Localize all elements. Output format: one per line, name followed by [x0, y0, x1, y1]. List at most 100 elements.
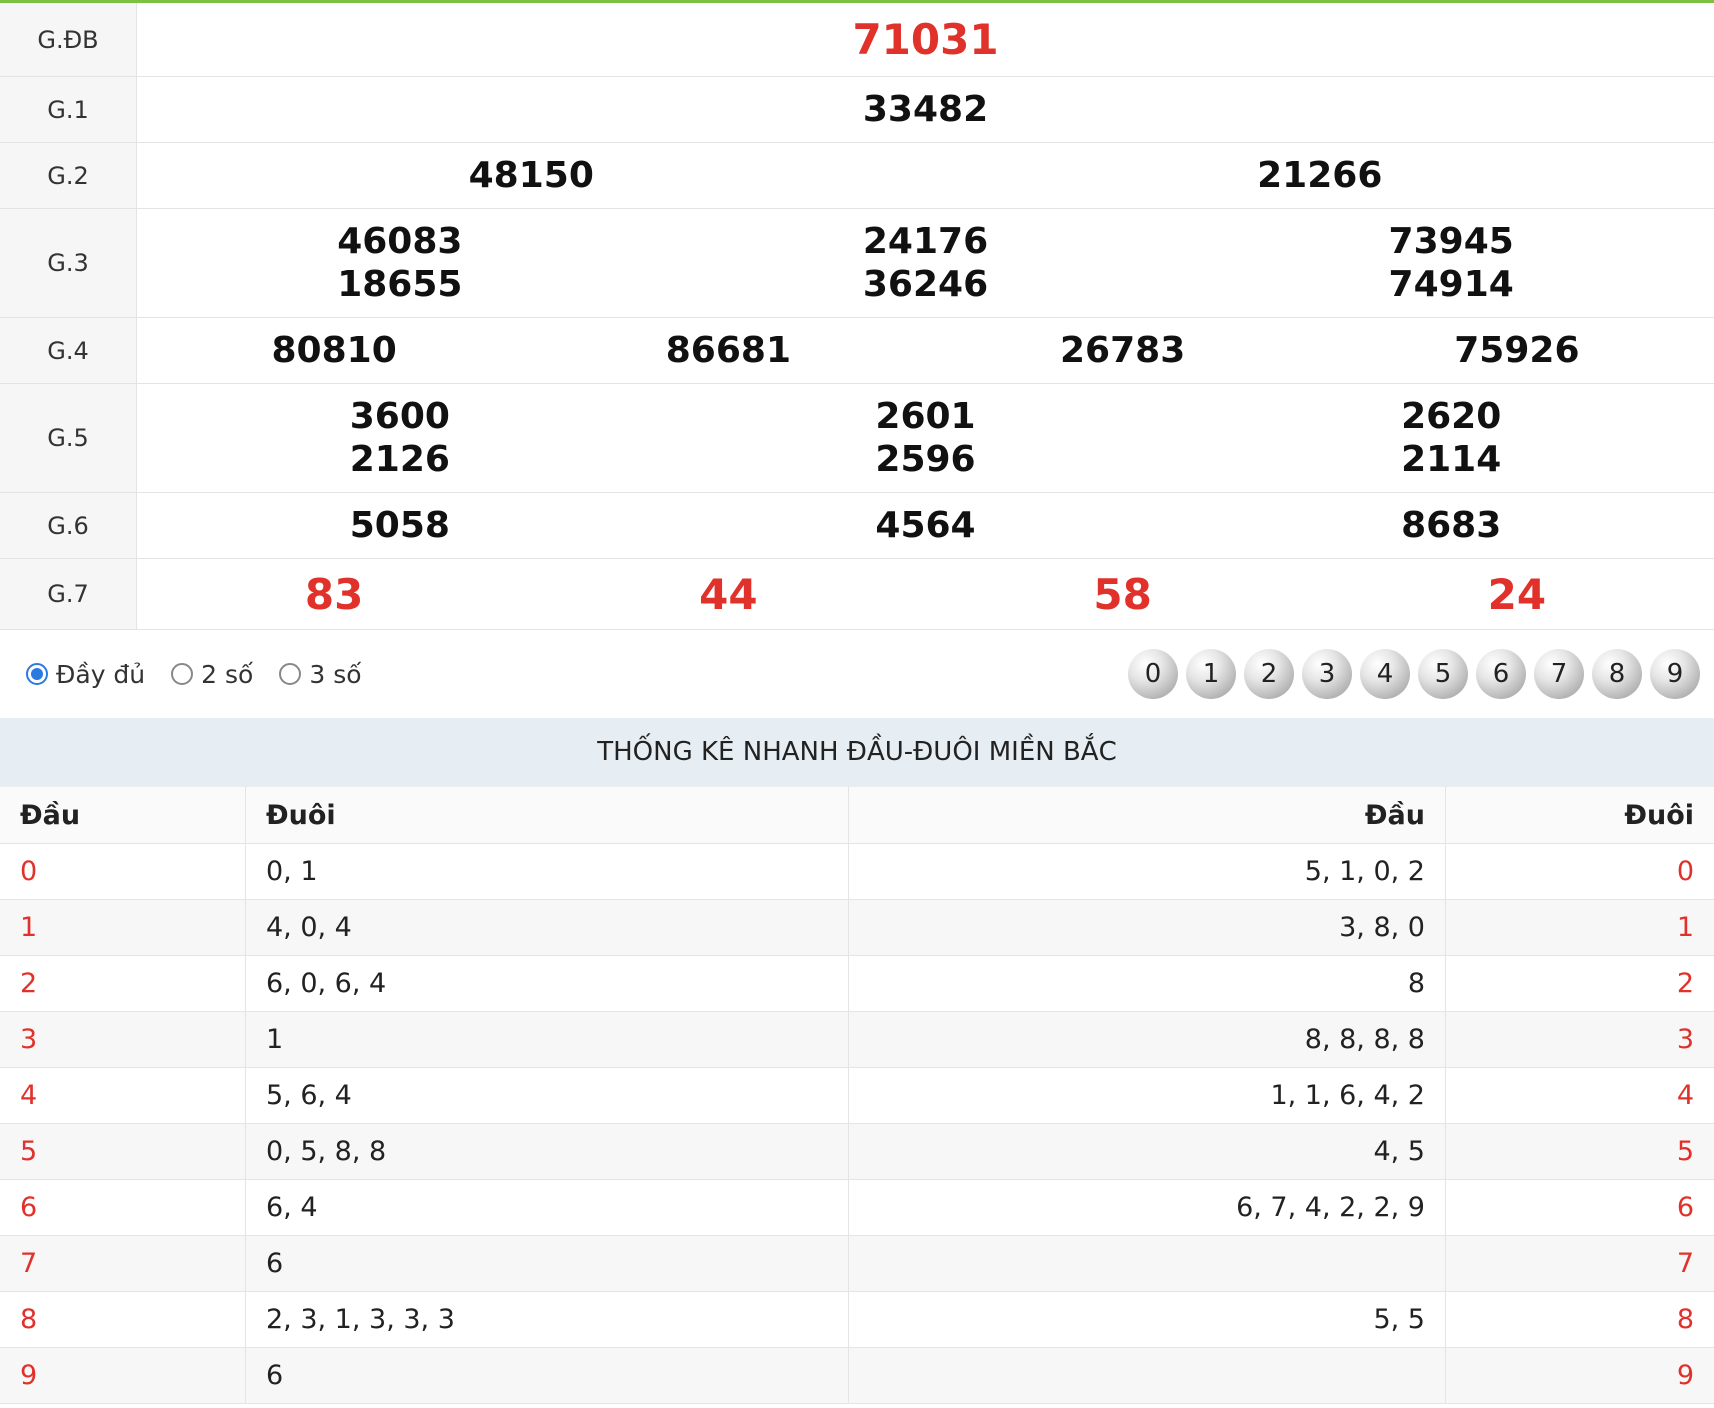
tail-digit: 5: [1445, 1123, 1714, 1180]
prize-row-5: G.5 3600 2601 2620 2126 2596 2114: [0, 383, 1714, 493]
col-header-dau: Đầu: [0, 787, 246, 844]
prize-number: 2596: [875, 439, 976, 480]
prize-number: 21266: [1257, 155, 1383, 196]
table-row: 5 0, 5, 8, 8 4, 5 5: [0, 1123, 1714, 1180]
tail-digit: 2: [1445, 955, 1714, 1012]
col-header-duoi: Đuôi: [1445, 787, 1714, 844]
radio-checked-icon: [26, 663, 48, 685]
prize-row-6: G.6 5058 4564 8683: [0, 492, 1714, 559]
prize-number: 80810: [271, 330, 397, 371]
prize-label: G.2: [0, 142, 137, 209]
results-table: G.ĐB 71031 G.1 33482 G.2 48150 21266 G.3: [0, 3, 1714, 630]
head-digit: 1: [0, 899, 246, 956]
stats-title: THỐNG KÊ NHANH ĐẦU-ĐUÔI MIỀN BẮC: [0, 718, 1714, 787]
prize-label: G.1: [0, 76, 137, 143]
tail-list: 6, 4: [245, 1179, 849, 1236]
prize-number: 24: [1487, 569, 1547, 619]
digit-ball-4[interactable]: 4: [1360, 649, 1410, 699]
head-list: [848, 1347, 1446, 1404]
filter-3-digit-radio[interactable]: 3 số: [279, 659, 362, 689]
head-list: 6, 7, 4, 2, 2, 9: [848, 1179, 1446, 1236]
prize-number: 46083: [337, 221, 463, 262]
radio-unchecked-icon: [171, 663, 194, 685]
tail-digit: 3: [1445, 1011, 1714, 1068]
prize-number: 4564: [875, 505, 976, 546]
head-digit: 7: [0, 1235, 246, 1292]
digit-filter-group: Đầy đủ 2 số 3 số: [26, 660, 362, 689]
tail-digit: 9: [1445, 1347, 1714, 1404]
prize-number: 26783: [1060, 330, 1186, 371]
prize-number: 83: [304, 569, 364, 619]
prize-number: 2601: [875, 396, 976, 437]
digit-ball-0[interactable]: 0: [1128, 649, 1178, 699]
prize-number: 75926: [1454, 330, 1580, 371]
tail-list: 0, 5, 8, 8: [245, 1123, 849, 1180]
prize-number: 74914: [1388, 264, 1514, 305]
head-digit: 9: [0, 1347, 246, 1404]
tail-list: 6: [245, 1347, 849, 1404]
radio-label: 3 số: [309, 659, 362, 689]
digit-ball-8[interactable]: 8: [1592, 649, 1642, 699]
prize-row-4: G.4 80810 86681 26783 75926: [0, 317, 1714, 384]
prize-number-special: 71031: [852, 15, 999, 64]
digit-ball-1[interactable]: 1: [1186, 649, 1236, 699]
col-header-dau: Đầu: [848, 787, 1446, 844]
filter-2-digit-radio[interactable]: 2 số: [171, 660, 253, 689]
tail-digit: 8: [1445, 1291, 1714, 1348]
tail-digit: 6: [1445, 1179, 1714, 1236]
prize-number: 3600: [349, 396, 450, 437]
radio-unchecked-icon: [279, 663, 302, 685]
prize-label: G.3: [0, 208, 137, 318]
table-row: 9 6 9: [0, 1347, 1714, 1404]
head-list: 8, 8, 8, 8: [848, 1011, 1446, 1068]
table-row: 1 4, 0, 4 3, 8, 0 1: [0, 899, 1714, 956]
prize-number: 44: [699, 569, 758, 619]
digit-ball-9[interactable]: 9: [1650, 649, 1700, 699]
prize-number: 33482: [862, 89, 989, 130]
digit-ball-5[interactable]: 5: [1418, 649, 1468, 699]
tail-list: 5, 6, 4: [245, 1067, 849, 1124]
head-list: 5, 1, 0, 2: [848, 843, 1446, 900]
tail-list: 6: [245, 1235, 849, 1292]
prize-row-1: G.1 33482: [0, 76, 1714, 143]
head-list: [848, 1235, 1446, 1292]
head-list: 1, 1, 6, 4, 2: [848, 1067, 1446, 1124]
digit-ball-3[interactable]: 3: [1302, 649, 1352, 699]
table-row: 0 0, 1 5, 1, 0, 2 0: [0, 843, 1714, 900]
digit-ball-6[interactable]: 6: [1476, 649, 1526, 699]
table-row: 6 6, 4 6, 7, 4, 2, 2, 9 6: [0, 1179, 1714, 1236]
tail-digit: 0: [1445, 843, 1714, 900]
head-digit: 6: [0, 1179, 246, 1236]
prize-number: 86681: [665, 330, 791, 371]
prize-number: 24176: [862, 221, 989, 262]
prize-row-2: G.2 48150 21266: [0, 142, 1714, 209]
prize-row-3: G.3 46083 24176 73945 18655 36246 74914: [0, 208, 1714, 318]
prize-label: G.ĐB: [0, 3, 137, 77]
stats-header-row: Đầu Đuôi Đầu Đuôi: [0, 787, 1714, 844]
filter-full-radio[interactable]: Đầy đủ: [26, 660, 145, 689]
head-digit: 2: [0, 955, 246, 1012]
digit-ball-7[interactable]: 7: [1534, 649, 1584, 699]
head-digit: 4: [0, 1067, 246, 1124]
col-header-duoi: Đuôi: [245, 787, 849, 844]
prize-number: 48150: [468, 155, 594, 196]
tail-list: 0, 1: [245, 843, 849, 900]
tail-list: 4, 0, 4: [245, 899, 849, 956]
tail-digit: 4: [1445, 1067, 1714, 1124]
radio-label: Đầy đủ: [56, 659, 146, 689]
prize-label: G.4: [0, 317, 137, 384]
head-list: 4, 5: [848, 1123, 1446, 1180]
head-list: 5, 5: [848, 1291, 1446, 1348]
prize-label: G.6: [0, 492, 137, 559]
head-list: 3, 8, 0: [848, 899, 1446, 956]
table-row: 8 2, 3, 1, 3, 3, 3 5, 5 8: [0, 1291, 1714, 1348]
display-controls: Đầy đủ 2 số 3 số 0 1 2 3 4 5 6 7 8 9: [0, 630, 1714, 718]
digit-ball-2[interactable]: 2: [1244, 649, 1294, 699]
table-row: 4 5, 6, 4 1, 1, 6, 4, 2 4: [0, 1067, 1714, 1124]
head-digit: 0: [0, 843, 246, 900]
tail-digit: 7: [1445, 1235, 1714, 1292]
prize-number: 2126: [349, 439, 450, 480]
digit-highlight-balls: 0 1 2 3 4 5 6 7 8 9: [1128, 649, 1714, 699]
table-row: 7 6 7: [0, 1235, 1714, 1292]
head-digit: 5: [0, 1123, 246, 1180]
